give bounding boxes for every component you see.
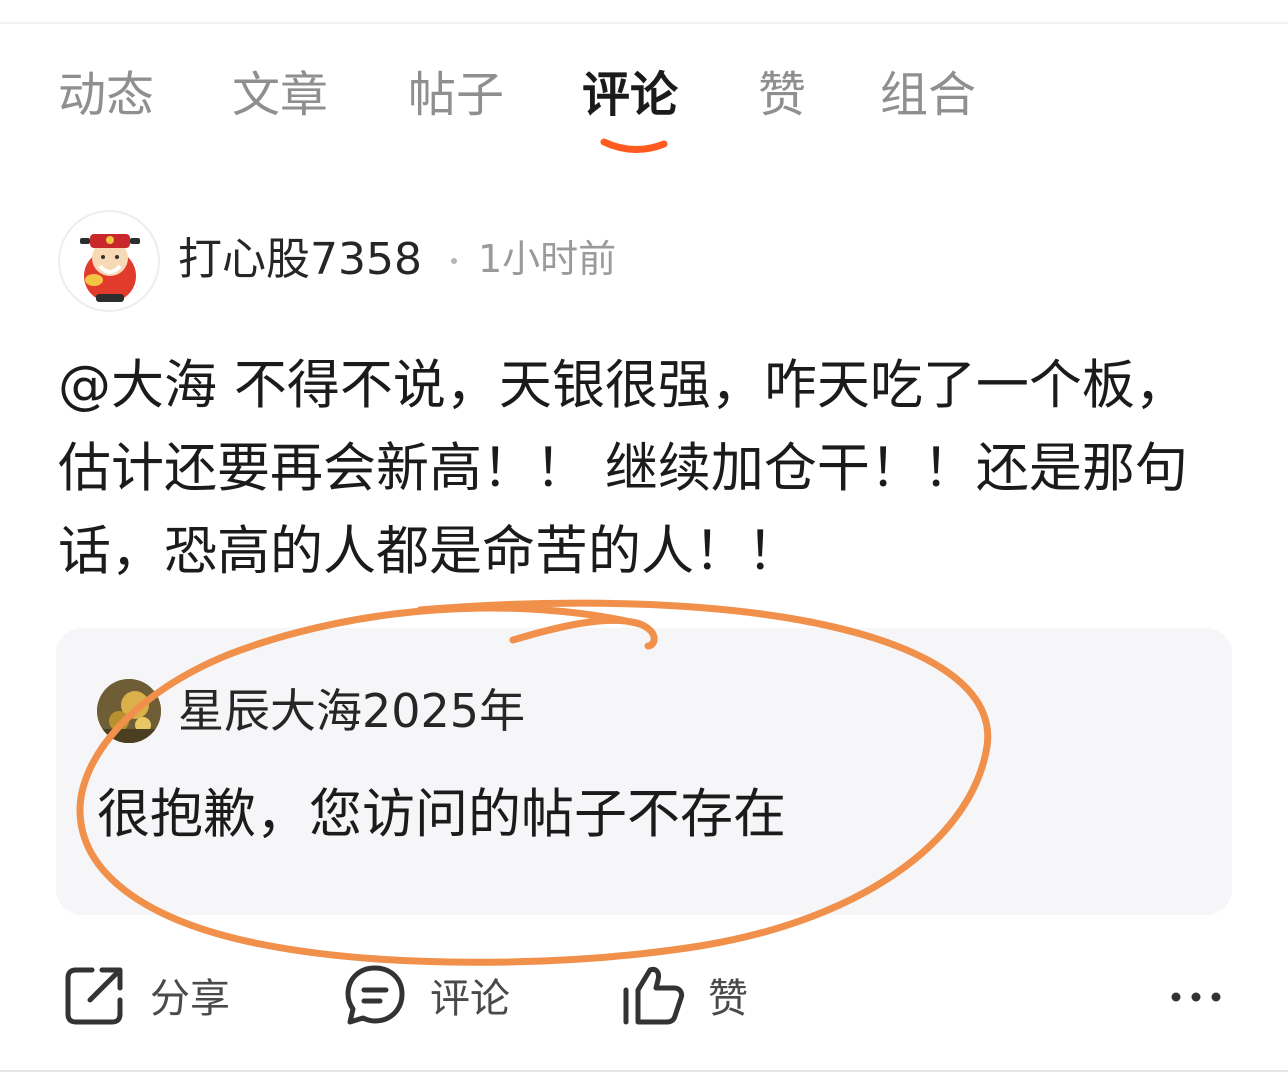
meta-separator-dot: [451, 258, 457, 264]
like-button[interactable]: 赞: [620, 962, 748, 1028]
comment-label: 评论: [430, 976, 510, 1022]
fortune-god-avatar-icon: [80, 234, 140, 302]
tab-likes[interactable]: 赞: [758, 62, 806, 128]
quote-author-avatar[interactable]: [97, 679, 161, 743]
quote-author-name[interactable]: 星辰大海2025年: [178, 682, 525, 740]
comments-page: 动态 文章 帖子 评论 赞 组合 打心股7358 1小时前 @大海 不得不说，天…: [0, 0, 1288, 1075]
comment-button[interactable]: 评论: [342, 962, 510, 1028]
tab-comments[interactable]: 评论: [582, 62, 678, 128]
bottom-divider: [0, 1070, 1288, 1072]
tab-posts[interactable]: 帖子: [408, 62, 504, 128]
author-name[interactable]: 打心股7358: [178, 232, 422, 288]
thumbs-up-icon: [623, 967, 685, 1025]
comment-body[interactable]: @大海 不得不说，天银很强，咋天吃了一个板，估计还要再会新高！！ 继续加仓干！！…: [58, 344, 1228, 593]
quoted-post-card[interactable]: [56, 628, 1232, 915]
comment-time: 1小时前: [478, 237, 617, 281]
tab-dynamics[interactable]: 动态: [58, 62, 154, 128]
share-icon: [65, 967, 123, 1025]
tab-portfolios[interactable]: 组合: [880, 62, 976, 128]
like-label: 赞: [708, 976, 748, 1022]
share-button[interactable]: 分享: [62, 962, 230, 1028]
top-divider: [0, 22, 1288, 24]
tab-articles[interactable]: 文章: [232, 62, 328, 128]
share-label: 分享: [150, 976, 230, 1022]
author-avatar[interactable]: [58, 210, 160, 312]
more-icon[interactable]: [1166, 982, 1226, 1012]
photo-avatar-icon: [97, 679, 161, 743]
active-tab-indicator: [600, 138, 668, 153]
quote-message: 很抱歉，您访问的帖子不存在: [97, 784, 786, 845]
comment-icon: [345, 965, 405, 1025]
